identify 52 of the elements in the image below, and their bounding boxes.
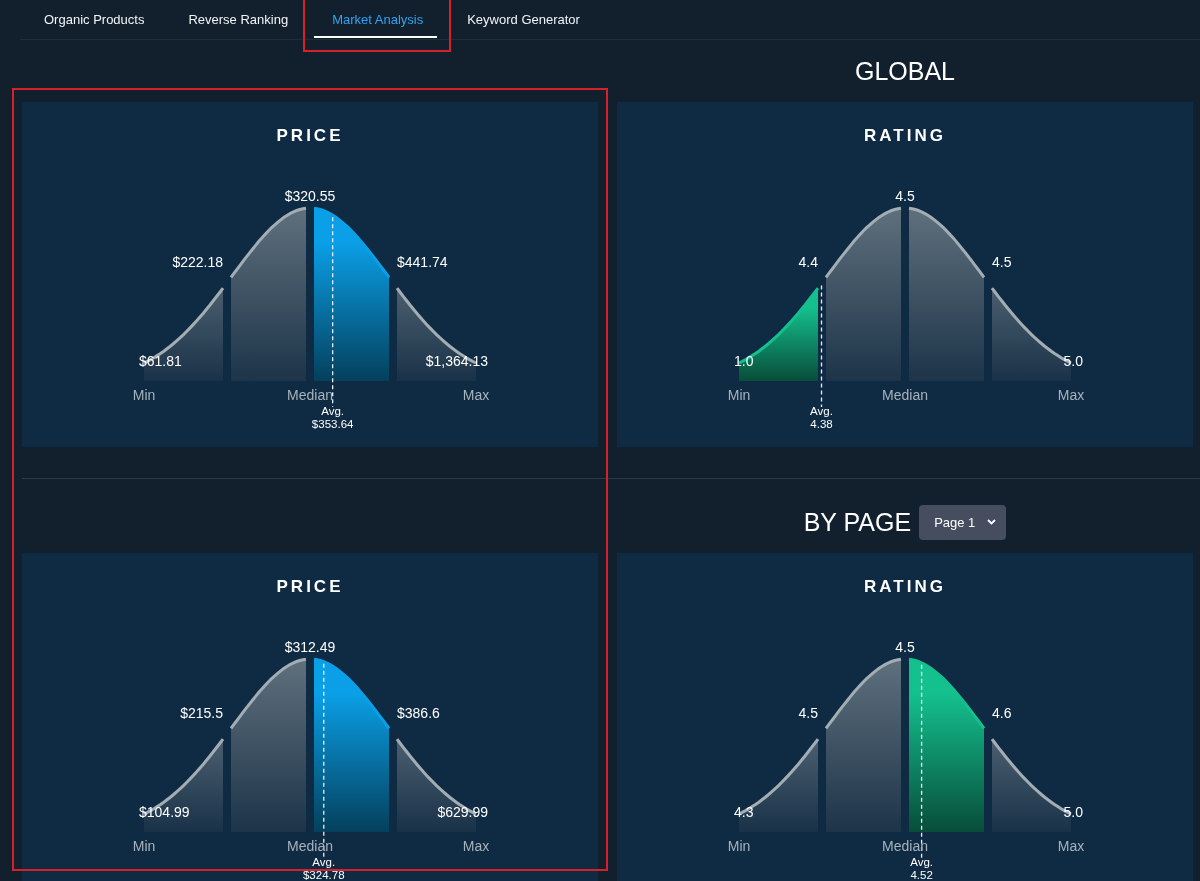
value-label: 5.0 xyxy=(1063,353,1083,369)
axis-label: Median xyxy=(287,387,333,403)
value-label: 4.5 xyxy=(798,705,818,721)
page-select[interactable]: Page 1 xyxy=(919,504,1007,540)
axis-label: Max xyxy=(1057,387,1085,403)
axis-label: Median xyxy=(882,838,928,854)
value-label: $222.18 xyxy=(172,254,223,270)
average-value: $324.78 xyxy=(303,869,345,881)
value-label: $441.74 xyxy=(397,254,448,270)
axis-label: Min xyxy=(727,387,751,403)
average-label: Avg. xyxy=(810,405,833,417)
chart-title: RATING xyxy=(864,577,946,597)
axis-label: Max xyxy=(1057,838,1085,854)
value-label: $61.81 xyxy=(139,353,182,369)
value-label: 4.5 xyxy=(992,254,1012,270)
value-label: $320.55 xyxy=(284,188,336,204)
value-label: 1.0 xyxy=(734,353,754,369)
value-label: 4.5 xyxy=(895,639,915,655)
value-label: $104.99 xyxy=(139,804,190,820)
value-label: 5.0 xyxy=(1063,804,1083,820)
value-label: $1,364.13 xyxy=(425,353,488,369)
value-label: $629.99 xyxy=(437,804,488,820)
average-label: Avg. xyxy=(910,856,933,868)
axis-label: Min xyxy=(727,838,751,854)
axis-label: Min xyxy=(132,838,156,854)
nav-tab[interactable]: Reverse Ranking xyxy=(166,0,311,39)
section-title: BY PAGE xyxy=(803,507,912,537)
axis-label: Max xyxy=(462,387,490,403)
axis-label: Median xyxy=(287,838,333,854)
average-value: 4.38 xyxy=(810,418,833,430)
average-value: $353.64 xyxy=(311,418,354,430)
value-label: 4.5 xyxy=(895,188,915,204)
value-label: 4.4 xyxy=(798,254,818,270)
value-label: 4.6 xyxy=(992,705,1012,721)
average-label: Avg. xyxy=(312,856,336,868)
value-label: $215.5 xyxy=(180,705,223,721)
nav-tab[interactable]: Organic Products xyxy=(22,0,167,39)
value-label: $312.49 xyxy=(284,639,336,655)
section-title: GLOBAL xyxy=(854,56,956,86)
chart-title: RATING xyxy=(864,126,946,146)
axis-label: Median xyxy=(882,387,928,403)
value-label: 4.3 xyxy=(734,804,754,820)
chart-title: PRICE xyxy=(276,126,344,146)
axis-label: Max xyxy=(462,838,490,854)
value-label: $386.6 xyxy=(397,705,440,721)
chart-title: PRICE xyxy=(276,577,344,597)
average-value: 4.52 xyxy=(910,869,933,881)
average-label: Avg. xyxy=(321,405,345,417)
nav-tab[interactable]: Market Analysis xyxy=(310,0,446,39)
axis-label: Min xyxy=(132,387,156,403)
nav-tab[interactable]: Keyword Generator xyxy=(445,0,602,39)
chevron-down-icon xyxy=(987,519,997,525)
